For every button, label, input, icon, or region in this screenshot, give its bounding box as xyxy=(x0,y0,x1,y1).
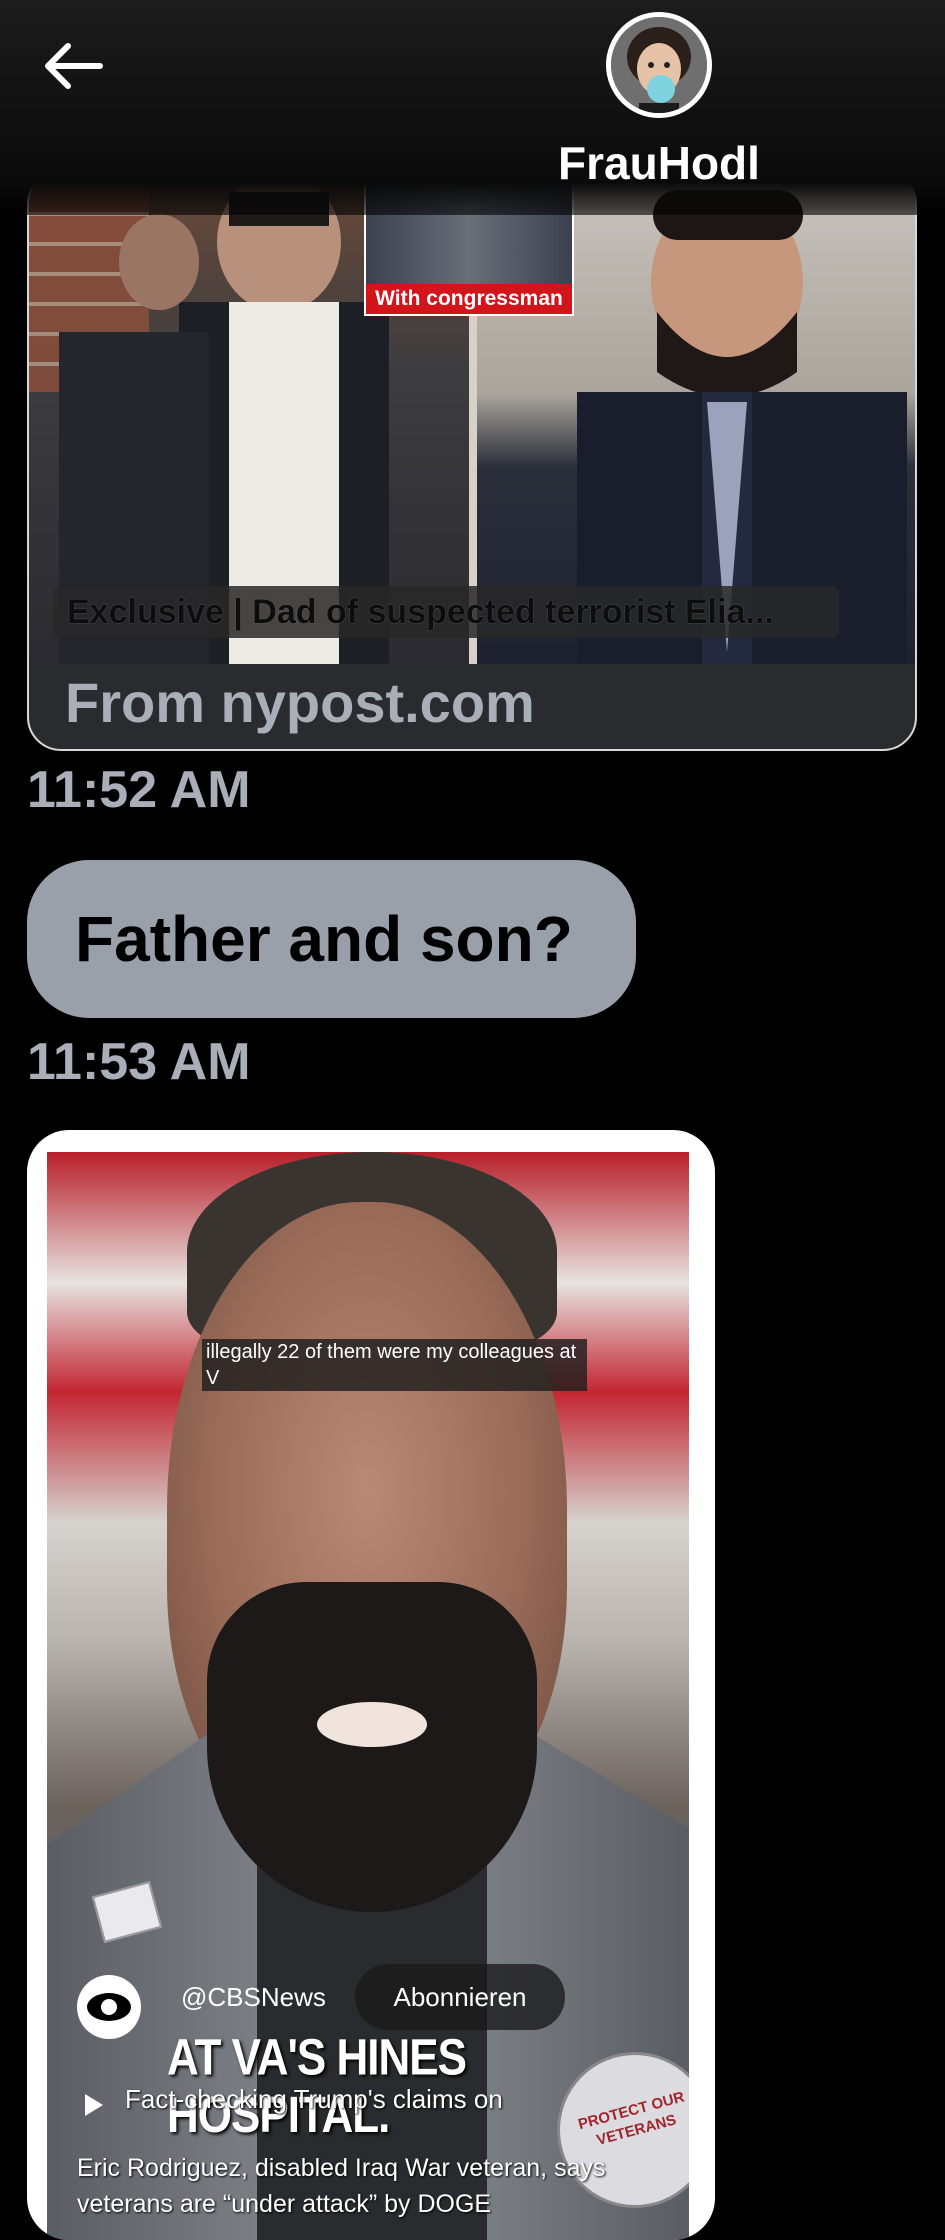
avatar-image xyxy=(611,17,707,113)
link-preview-image: With congressman Exclusive | Dad of susp… xyxy=(29,172,915,664)
video-card[interactable]: PROTECT OUR VETERANS illegally 22 of the… xyxy=(27,1130,715,2240)
message-bubble[interactable]: Father and son? xyxy=(27,860,636,1018)
link-headline: Exclusive | Dad of suspected terrorist E… xyxy=(53,586,839,638)
link-preview-card[interactable]: With congressman Exclusive | Dad of susp… xyxy=(27,170,917,751)
message-timestamp: 11:53 AM xyxy=(27,1033,251,1091)
link-source: From nypost.com xyxy=(65,671,535,734)
avatar[interactable] xyxy=(606,12,712,118)
video-title[interactable]: Fact-checking Trump's claims on xyxy=(125,2084,503,2115)
contact-name[interactable]: FrauHodl xyxy=(540,136,778,190)
inset-label: With congressman xyxy=(366,284,572,314)
play-icon[interactable] xyxy=(85,2094,103,2116)
subscribe-button[interactable]: Abonnieren xyxy=(355,1964,565,2030)
video-thumbnail: PROTECT OUR VETERANS illegally 22 of the… xyxy=(47,1152,689,2240)
cbs-eye-icon xyxy=(77,1975,141,2039)
arrow-left-icon xyxy=(45,43,103,89)
video-description: Eric Rodriguez, disabled Iraq War vetera… xyxy=(77,2154,606,2218)
message-timestamp: 11:52 AM xyxy=(27,761,251,819)
channel-name[interactable]: @CBSNews xyxy=(181,1982,326,2013)
message-text: Father and son? xyxy=(75,903,573,975)
back-button[interactable] xyxy=(40,38,110,94)
chat-header: FrauHodl xyxy=(0,0,945,215)
